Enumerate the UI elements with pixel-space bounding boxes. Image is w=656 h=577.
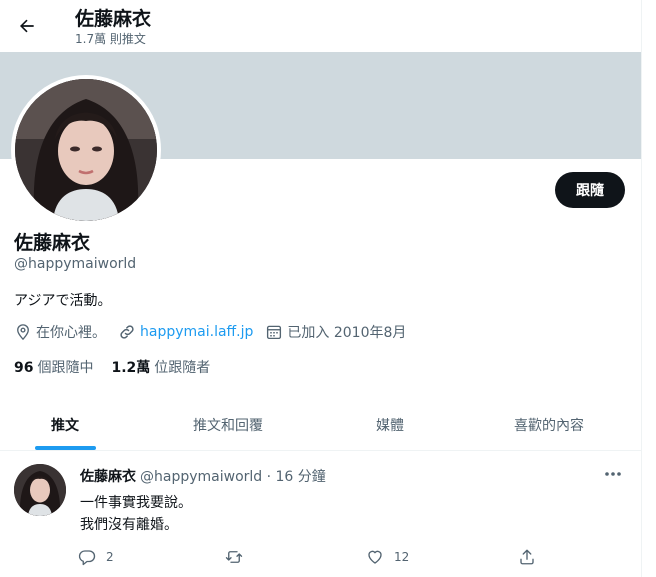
followers-label: 位跟隨者 — [154, 360, 211, 376]
joined-item: 已加入 2010年8月 — [265, 322, 406, 342]
tab-tweets[interactable]: 推文 — [0, 398, 130, 451]
reply-button[interactable]: 2 — [78, 548, 114, 566]
website-item[interactable]: happymai.laff.jp — [118, 323, 253, 341]
profile-tabs: 推文 推文和回覆 媒體 喜歡的內容 — [0, 398, 641, 451]
profile-header: 佐藤麻衣 1.7萬 則推文 — [0, 0, 641, 52]
profile-meta: 在你心裡。 happymai.laff.jp 已加入 2010年8月 — [14, 321, 418, 343]
heart-icon — [368, 550, 382, 564]
profile-avatar[interactable] — [11, 75, 161, 225]
tweet-text-line: 我們沒有離婚。 — [80, 517, 178, 533]
profile-handle: @happymaiworld — [14, 256, 137, 272]
link-icon — [120, 325, 134, 339]
website-link[interactable]: happymai.laff.jp — [140, 324, 253, 340]
tweet-meta: @happymaiworld · 16 分鐘 — [140, 469, 326, 485]
tab-tweets-replies[interactable]: 推文和回覆 — [160, 398, 296, 451]
retweet-icon — [225, 551, 243, 563]
header-tweet-count: 1.7萬 則推文 — [75, 32, 146, 46]
profile-bio: アジアで活動。 — [14, 293, 112, 309]
tab-likes[interactable]: 喜歡的內容 — [485, 398, 613, 451]
following-label: 個跟隨中 — [37, 360, 94, 376]
follow-button[interactable]: 跟隨 — [555, 172, 625, 208]
tweet-avatar[interactable] — [14, 464, 66, 516]
profile-page: 佐藤麻衣 1.7萬 則推文 跟隨 佐藤麻衣 @happymaiworld アジア… — [0, 0, 656, 577]
reply-icon — [78, 550, 96, 566]
more-horizontal-icon — [605, 472, 621, 476]
calendar-icon — [267, 325, 282, 340]
location-pin-icon — [17, 324, 29, 341]
retweet-button[interactable] — [224, 548, 254, 566]
active-tab-indicator — [35, 446, 96, 450]
column-divider — [641, 0, 642, 577]
share-button[interactable] — [518, 548, 536, 566]
profile-name: 佐藤麻衣 — [14, 232, 91, 254]
like-button[interactable]: 12 — [366, 548, 409, 566]
tweet-actions: 2 12 — [78, 548, 548, 568]
followers-count: 1.2萬 — [111, 360, 151, 376]
follow-stats: 96 個跟隨中 1.2萬 位跟隨者 — [14, 357, 228, 377]
reply-count: 2 — [106, 550, 114, 564]
following-count: 96 — [14, 360, 34, 376]
location-item: 在你心裡。 — [14, 322, 106, 342]
tweet-header: 佐藤麻衣 @happymaiworld · 16 分鐘 — [80, 466, 326, 486]
share-icon — [520, 549, 534, 565]
arrow-left-icon — [20, 19, 34, 33]
followers-stat[interactable]: 1.2萬 位跟隨者 — [111, 357, 210, 377]
back-button[interactable] — [12, 11, 42, 41]
location-text: 在你心裡。 — [36, 325, 106, 341]
following-stat[interactable]: 96 個跟隨中 — [14, 357, 93, 377]
joined-text: 已加入 2010年8月 — [287, 325, 407, 341]
tweet-more-button[interactable] — [600, 464, 626, 484]
like-count: 12 — [394, 550, 410, 564]
tweet-author[interactable]: 佐藤麻衣 — [80, 466, 136, 486]
tab-media[interactable]: 媒體 — [330, 398, 450, 451]
tweet-text-line: 一件事實我要說。 — [80, 495, 192, 511]
tweet[interactable]: 佐藤麻衣 @happymaiworld · 16 分鐘 一件事實我要說。 我們沒… — [0, 452, 641, 577]
header-title: 佐藤麻衣 — [75, 8, 152, 30]
